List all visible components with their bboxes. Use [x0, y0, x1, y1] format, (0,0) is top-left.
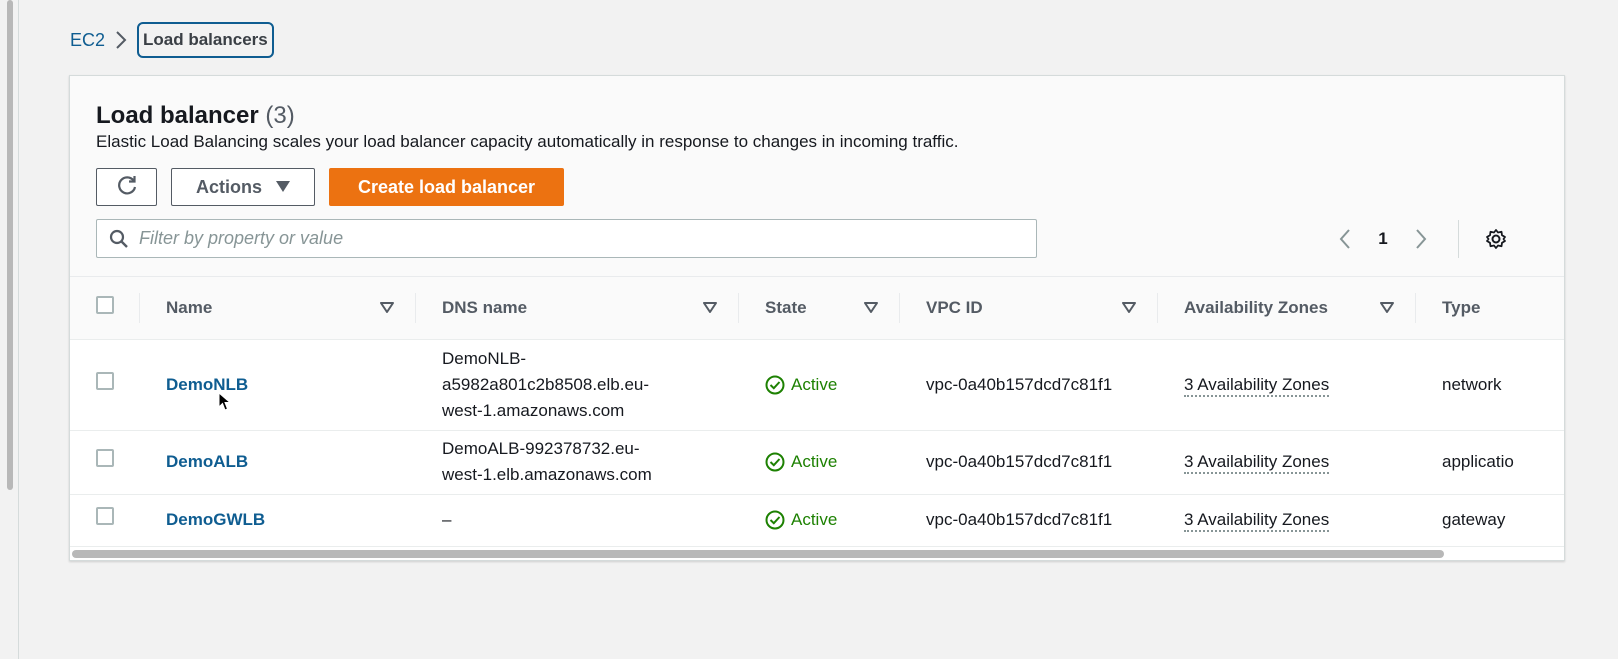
mouse-pointer-icon — [218, 392, 232, 411]
column-name-label: Name — [166, 297, 213, 317]
check-circle-icon — [765, 375, 785, 394]
az-cell: 3 Availability Zones — [1158, 430, 1416, 495]
row-select-cell — [70, 430, 140, 495]
row-select-cell — [70, 339, 140, 431]
name-cell: DemoALB — [140, 430, 416, 495]
column-dns-label: DNS name — [442, 297, 528, 317]
gear-icon[interactable] — [1481, 224, 1511, 254]
sort-caret-icon[interactable] — [864, 301, 878, 314]
column-header-az[interactable]: Availability Zones — [1158, 277, 1416, 340]
pagination: 1 — [1330, 220, 1511, 258]
column-header-state[interactable]: State — [739, 277, 900, 340]
table-row[interactable]: DemoALB DemoALB-992378732.eu- west-1.elb… — [70, 430, 1564, 495]
column-az-label: Availability Zones — [1184, 297, 1328, 317]
vpc-cell: vpc-0a40b157dcd7c81f1 — [900, 430, 1158, 495]
select-all-checkbox[interactable] — [96, 296, 114, 315]
table-row[interactable]: DemoGWLB – Active vpc-0a40b157dcd7c81f1 … — [70, 494, 1564, 547]
chevron-right-icon — [109, 28, 133, 52]
row-checkbox[interactable] — [96, 507, 114, 525]
dns-line: – — [442, 510, 452, 529]
state-cell: Active — [739, 494, 900, 547]
state-cell: Active — [739, 339, 900, 431]
filter-input[interactable] — [139, 228, 1019, 249]
dns-line: west-1.amazonaws.com — [442, 400, 625, 420]
status-text: Active — [791, 510, 838, 529]
dns-cell: DemoNLB- a5982a801c2b8508.elb.eu- west-1… — [416, 339, 739, 431]
load-balancer-name-link[interactable]: DemoALB — [166, 452, 248, 471]
dns-line: DemoNLB- — [442, 348, 527, 368]
actions-dropdown[interactable]: Actions — [171, 168, 315, 206]
search-icon — [109, 229, 129, 249]
breadcrumb-ec2-link[interactable]: EC2 — [70, 30, 105, 51]
title-text: Load balancer — [96, 102, 259, 129]
dns-cell: DemoALB-992378732.eu- west-1.elb.amazona… — [416, 430, 739, 495]
type-cell: gateway — [1416, 494, 1564, 547]
caret-down-icon — [276, 177, 290, 198]
panel-description: Elastic Load Balancing scales your load … — [96, 132, 959, 151]
az-popover-trigger[interactable]: 3 Availability Zones — [1184, 452, 1330, 474]
state-cell: Active — [739, 430, 900, 495]
filter-box[interactable] — [96, 219, 1037, 258]
page-title: Load balancer (3) — [96, 102, 295, 130]
sort-caret-icon[interactable] — [1380, 301, 1394, 314]
chevron-left-icon[interactable] — [1330, 224, 1360, 254]
refresh-icon — [116, 174, 138, 201]
row-checkbox[interactable] — [96, 371, 114, 390]
sort-caret-icon[interactable] — [703, 301, 717, 314]
load-balancer-panel: Load balancer (3) Elastic Load Balancing… — [69, 75, 1565, 561]
column-header-vpc[interactable]: VPC ID — [900, 277, 1158, 340]
vpc-cell: vpc-0a40b157dcd7c81f1 — [900, 339, 1158, 431]
az-cell: 3 Availability Zones — [1158, 494, 1416, 547]
column-header-name[interactable]: Name — [140, 277, 416, 340]
column-state-label: State — [765, 297, 807, 317]
create-load-balancer-button[interactable]: Create load balancer — [329, 168, 564, 206]
vertical-scrollbar[interactable] — [7, 0, 13, 490]
panel-header: Load balancer (3) Elastic Load Balancing… — [70, 76, 1564, 277]
load-balancer-table: Name DNS name State VPC ID Availability … — [70, 277, 1564, 547]
column-header-dns[interactable]: DNS name — [416, 277, 739, 340]
status-text: Active — [791, 374, 838, 394]
breadcrumb-current: Load balancers — [137, 22, 274, 58]
select-all-cell — [70, 277, 140, 340]
table-row[interactable]: DemoNLB DemoNLB- a5982a801c2b8508.elb.eu… — [70, 339, 1564, 431]
load-balancer-name-link[interactable]: DemoGWLB — [166, 510, 265, 529]
dns-cell: – — [416, 494, 739, 547]
sort-caret-icon[interactable] — [380, 301, 394, 314]
dns-line: DemoALB-992378732.eu- — [442, 439, 640, 458]
sort-caret-icon[interactable] — [1122, 301, 1136, 314]
type-cell: network — [1416, 339, 1564, 431]
column-type-label: Type — [1442, 297, 1481, 317]
chevron-right-icon[interactable] — [1406, 224, 1436, 254]
load-balancer-name-link[interactable]: DemoNLB — [166, 375, 248, 394]
az-cell: 3 Availability Zones — [1158, 339, 1416, 431]
refresh-button[interactable] — [96, 168, 157, 206]
pager-divider — [1458, 220, 1459, 258]
column-vpc-label: VPC ID — [926, 297, 983, 317]
az-popover-trigger[interactable]: 3 Availability Zones — [1184, 374, 1330, 397]
dns-line: a5982a801c2b8508.elb.eu- — [442, 374, 650, 394]
actions-label: Actions — [195, 176, 262, 197]
page-number[interactable]: 1 — [1360, 229, 1406, 249]
horizontal-scrollbar[interactable] — [72, 550, 1444, 558]
az-popover-trigger[interactable]: 3 Availability Zones — [1184, 510, 1330, 532]
row-select-cell — [70, 494, 140, 547]
left-gutter — [0, 0, 19, 659]
dns-line: west-1.elb.amazonaws.com — [442, 465, 652, 484]
row-checkbox[interactable] — [96, 449, 114, 467]
breadcrumb: EC2 Load balancers — [70, 22, 274, 58]
title-count: (3) — [265, 102, 295, 129]
name-cell: DemoNLB — [140, 339, 416, 431]
column-header-type[interactable]: Type — [1416, 277, 1564, 340]
vpc-cell: vpc-0a40b157dcd7c81f1 — [900, 494, 1158, 547]
table-header-row: Name DNS name State VPC ID Availability … — [70, 277, 1564, 340]
type-cell: applicatio — [1416, 430, 1564, 495]
status-text: Active — [791, 452, 838, 471]
create-label: Create load balancer — [357, 176, 536, 197]
name-cell: DemoGWLB — [140, 494, 416, 547]
check-circle-icon — [765, 510, 785, 530]
check-circle-icon — [765, 452, 785, 472]
